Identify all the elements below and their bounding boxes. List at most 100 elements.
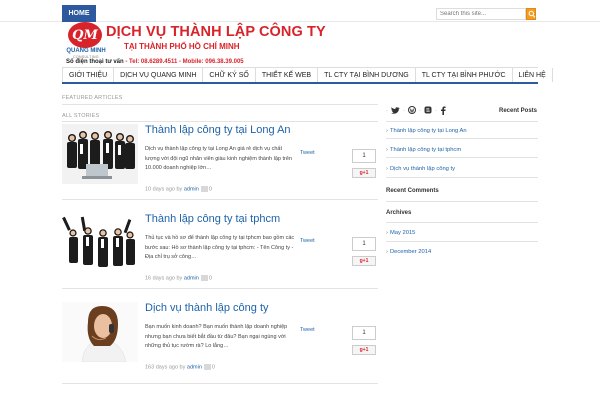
post-author-link[interactable]: admin (184, 275, 199, 281)
nav-item-chu-ky-so[interactable]: CHỮ KÝ SỐ (203, 68, 256, 82)
post-meta: 163 days ago by admin 0 (145, 364, 215, 370)
share-count: 1 (352, 237, 376, 251)
archive-label: December 2014 (389, 249, 432, 255)
comment-count[interactable]: 0 (209, 275, 212, 281)
archive-label: May 2015 (389, 230, 416, 236)
comment-icon (200, 275, 208, 281)
post-title[interactable]: Thành lập công ty tại tphcm (145, 213, 280, 225)
divider (62, 104, 378, 105)
bullet-icon: › (386, 128, 388, 134)
post-date: 10 days ago by (145, 186, 184, 193)
post-author-link[interactable]: admin (184, 186, 199, 192)
nav-item-dich-vu[interactable]: DỊCH VỤ QUANG MINH (114, 68, 204, 82)
divider (386, 138, 538, 139)
recent-post-label: Dịch vụ thành lập công ty (389, 166, 456, 172)
site-subtitle: TẠI THÀNH PHỐ HỒ CHÍ MINH (124, 42, 240, 51)
google-plus-button[interactable]: g+1 (352, 256, 376, 266)
post-excerpt: Bạn muốn kinh doanh? Bạn muốn thành lập … (145, 324, 288, 349)
blogger-icon[interactable] (424, 106, 432, 116)
logo-badge: QM (68, 22, 102, 48)
post-excerpt: Dịch vụ thành lập công ty tại Long An gi… (145, 146, 292, 171)
post-thumbnail-image (62, 124, 138, 184)
divider (386, 201, 538, 202)
tweet-button[interactable]: Tweet (300, 238, 315, 244)
hotline-label: Số điện thoại tư vấn (66, 59, 124, 65)
post-item: Thành lập công ty tại Long An Dịch vụ th… (62, 124, 378, 200)
post-meta: 10 days ago by admin 0 (145, 186, 212, 192)
recent-post-link[interactable]: › Dịch vụ thành lập công ty (386, 166, 455, 172)
post-item: Dịch vụ thành lập công ty Bạn muốn kinh … (62, 302, 378, 384)
separator: - (403, 108, 405, 114)
nav-item-thiet-ke-web[interactable]: THIẾT KẾ WEB (256, 68, 319, 82)
nav-item-binh-phuoc[interactable]: TL CTY TẠI BÌNH PHƯỚC (416, 68, 513, 82)
post-thumbnail[interactable] (62, 213, 138, 273)
recent-post-label: Thành lập công ty tại Long An (389, 128, 467, 134)
recent-post-label: Thành lập công ty tại tphcm (389, 147, 462, 153)
recent-post-link[interactable]: › Thành lập công ty tại tphcm (386, 147, 461, 153)
divider (386, 222, 538, 223)
search-button[interactable] (526, 8, 536, 20)
search-input[interactable] (436, 8, 526, 20)
post-excerpt: Thủ tục và hồ sơ để thành lập công ty tạ… (145, 235, 295, 260)
nav-item-binh-duong[interactable]: TL CTY TẠI BÌNH DƯƠNG (318, 68, 416, 82)
hotline: Số điện thoại tư vấn - Tel: 08.6289.4511… (66, 59, 244, 65)
search-icon (528, 10, 536, 18)
comment-icon (203, 364, 211, 370)
recent-post-link[interactable]: › Thành lập công ty tại Long An (386, 128, 467, 134)
post-date: 16 days ago by (145, 275, 184, 282)
google-plus-button[interactable]: g+1 (352, 168, 376, 178)
home-button[interactable]: HOME (62, 5, 96, 22)
comment-icon (200, 186, 208, 192)
post-date: 163 days ago by (145, 364, 187, 371)
page: HOME QM QUANG MINH CONSULTING DỊCH VỤ TH… (0, 0, 600, 400)
comment-count[interactable]: 0 (209, 186, 212, 192)
share-count: 1 (352, 326, 376, 340)
divider (62, 121, 378, 122)
divider (386, 177, 538, 178)
post-title[interactable]: Thành lập công ty tại Long An (145, 124, 291, 136)
wordpress-icon[interactable] (408, 106, 416, 116)
post-thumbnail[interactable] (62, 124, 138, 184)
sidebar: - - - - Recent Posts › Thành lập công ty … (386, 100, 538, 380)
top-bar: HOME (0, 0, 600, 22)
divider (386, 121, 538, 122)
nav-item-lien-he[interactable]: LIÊN HỆ (513, 68, 553, 82)
bullet-icon: › (386, 249, 388, 255)
hotline-numbers: - Tel: 08.6289.4511 - Mobile: 096.38.39.… (123, 59, 244, 65)
archive-link[interactable]: › May 2015 (386, 230, 415, 236)
post-item: Thành lập công ty tại tphcm Thủ tục và h… (62, 213, 378, 289)
tweet-button[interactable]: Tweet (300, 150, 315, 156)
site-title: DỊCH VỤ THÀNH LẬP CÔNG TY (106, 24, 326, 40)
site-logo[interactable]: QM QUANG MINH CONSULTING (62, 22, 110, 64)
bullet-icon: › (386, 230, 388, 236)
separator: - (386, 108, 388, 114)
logo-name: QUANG MINH (66, 48, 106, 54)
share-count: 1 (352, 149, 376, 163)
facebook-icon[interactable] (440, 106, 446, 117)
post-author-link[interactable]: admin (187, 364, 202, 370)
bullet-icon: › (386, 166, 388, 172)
archives-title: Archives (386, 210, 412, 216)
main-nav: GIỚI THIỆU DỊCH VỤ QUANG MINH CHỮ KÝ SỐ … (62, 67, 553, 84)
divider (386, 157, 538, 158)
recent-posts-title: Recent Posts (499, 108, 538, 114)
site-header: QM QUANG MINH CONSULTING DỊCH VỤ THÀNH L… (62, 22, 538, 68)
post-thumbnail[interactable] (62, 302, 138, 362)
post-thumbnail-image (62, 213, 138, 273)
comment-count[interactable]: 0 (212, 364, 215, 370)
twitter-icon[interactable] (391, 106, 400, 116)
all-stories-label: ALL STORIES (62, 113, 100, 119)
divider (386, 241, 538, 242)
separator: - (435, 108, 437, 114)
archive-link[interactable]: › December 2014 (386, 249, 431, 255)
post-meta: 16 days ago by admin 0 (145, 275, 212, 281)
tweet-button[interactable]: Tweet (300, 327, 315, 333)
google-plus-button[interactable]: g+1 (352, 345, 376, 355)
post-title[interactable]: Dịch vụ thành lập công ty (145, 302, 269, 314)
recent-comments-title: Recent Comments (386, 188, 439, 194)
nav-item-gioi-thieu[interactable]: GIỚI THIỆU (62, 68, 115, 82)
featured-articles-label: FEATURED ARTICLES (62, 95, 123, 101)
post-thumbnail-image (62, 302, 138, 362)
separator: - (419, 108, 421, 114)
bullet-icon: › (386, 147, 388, 153)
